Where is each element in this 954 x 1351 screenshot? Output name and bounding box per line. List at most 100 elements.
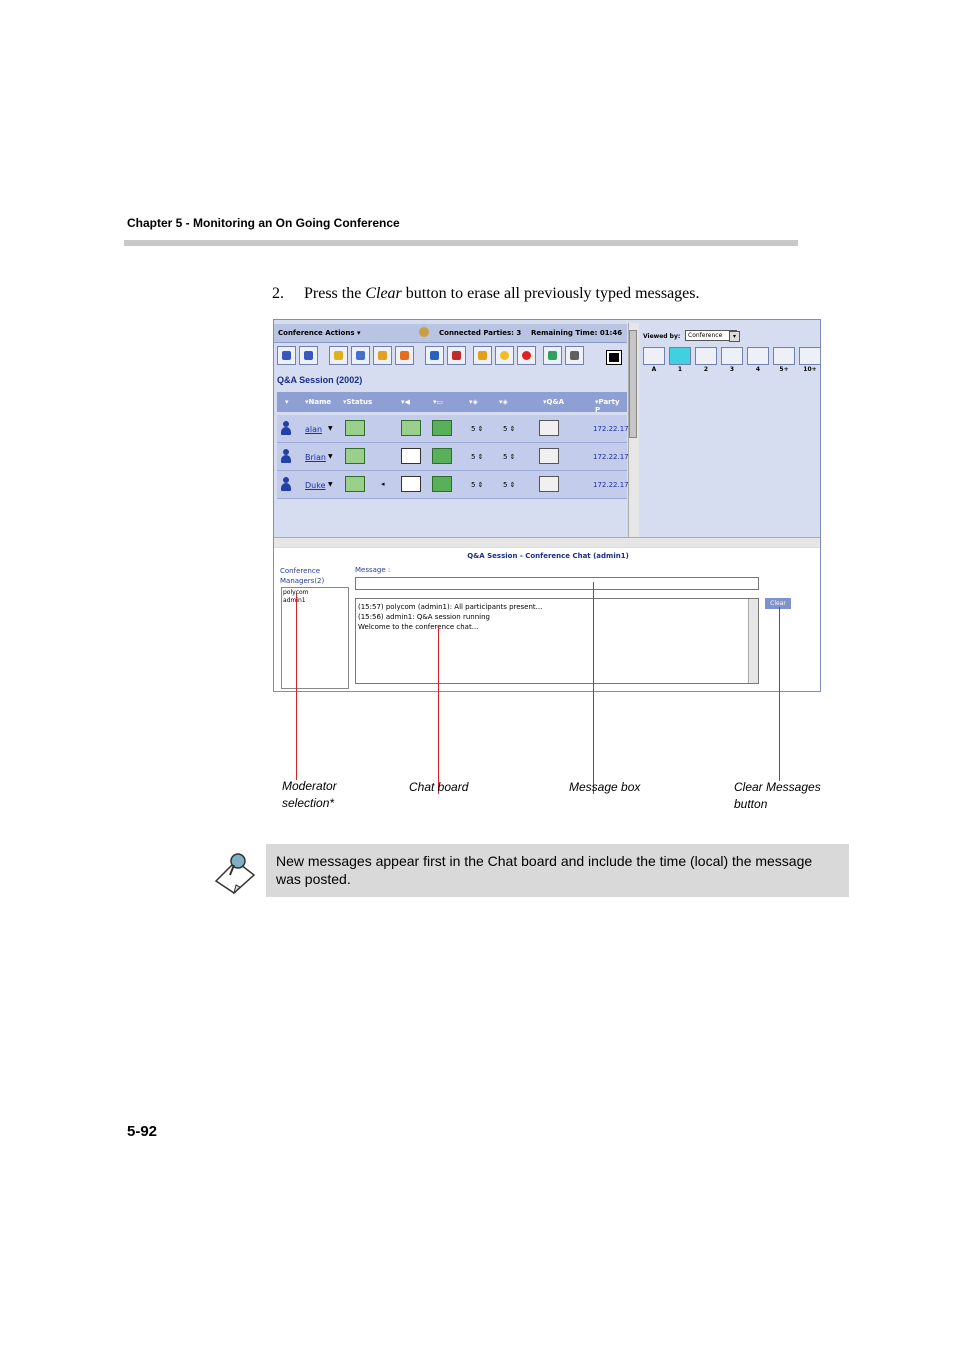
connected-status-icon[interactable] (345, 476, 365, 492)
message-input[interactable] (355, 577, 759, 590)
stop-icon[interactable] (606, 350, 622, 365)
column-status[interactable]: ▾Status (343, 398, 372, 406)
connected-parties: Connected Parties: 3 (439, 329, 522, 337)
video-icon[interactable] (432, 420, 452, 436)
volume-in-column-icon[interactable]: ▾◈ (469, 398, 478, 406)
video-icon[interactable] (432, 448, 452, 464)
volume-out-value[interactable]: 5 ⇕ (503, 481, 516, 489)
layout-label: 2 (703, 366, 709, 373)
participant-name[interactable]: alan (305, 425, 322, 434)
layout-3-button[interactable] (721, 347, 743, 365)
page-number: 5-92 (127, 1123, 158, 1140)
dropdown-arrow-icon[interactable]: ▼ (328, 453, 333, 460)
volume-out-column-icon[interactable]: ▾◈ (499, 398, 508, 406)
managers-label-line2: Managers(2) (280, 577, 325, 585)
layout-10-button[interactable] (799, 347, 820, 365)
qa-icon[interactable] (539, 448, 559, 464)
layout-2-button[interactable] (695, 347, 717, 365)
moderator-list[interactable]: polycom admin1 (281, 587, 349, 689)
callout-moderator-selection: Moderator selection* (282, 778, 337, 812)
callout-line-clear (779, 607, 780, 781)
layout-1-button[interactable] (669, 347, 691, 365)
table-row[interactable]: alan ▼ 5 ⇕ 5 ⇕ 172.22.17 (277, 415, 629, 443)
dropdown-arrow-icon[interactable]: ▼ (328, 481, 333, 488)
column-qa[interactable]: ▾Q&A (543, 398, 564, 406)
volume-in-value[interactable]: 5 ⇕ (471, 425, 484, 433)
qa-icon[interactable] (539, 476, 559, 492)
qa-icon[interactable] (539, 420, 559, 436)
participant-name[interactable]: Brian (305, 453, 326, 462)
layout-label: 1 (677, 366, 683, 373)
list-item[interactable]: admin1 (283, 597, 347, 605)
export-button[interactable] (543, 346, 562, 365)
sort-arrow-icon[interactable]: ▾ (285, 398, 289, 406)
callout-line-moderator (296, 593, 297, 780)
audio-column-icon[interactable]: ▾◀ (401, 398, 410, 406)
managers-label: Conference Managers(2) (280, 566, 324, 586)
table-row[interactable]: Duke ▼ ◂ 5 ⇕ 5 ⇕ 172.22.17 (277, 471, 629, 499)
print-button[interactable] (565, 346, 584, 365)
schedule-button[interactable] (473, 346, 492, 365)
layout-auto-button[interactable] (643, 347, 665, 365)
conference-screenshot: Conference Actions ▾ Connected Parties: … (273, 319, 821, 692)
moderator-button[interactable] (351, 346, 370, 365)
layout-5-button[interactable] (773, 347, 795, 365)
lock-button[interactable] (329, 346, 348, 365)
participants-button[interactable] (299, 346, 318, 365)
chat-title: Q&A Session - Conference Chat (admin1) (467, 552, 629, 560)
audio-muted-icon[interactable] (401, 448, 421, 464)
disconnect-button[interactable] (447, 346, 466, 365)
chat-message: (15:56) admin1: Q&A session running (358, 613, 490, 621)
chat-board[interactable]: (15:57) polycom (admin1): All participan… (355, 598, 759, 684)
video-icon[interactable] (432, 476, 452, 492)
header-rule (124, 240, 798, 246)
chat-message: Welcome to the conference chat... (358, 623, 479, 631)
volume-in-value[interactable]: 5 ⇕ (471, 481, 484, 489)
layout-label: 10+ (803, 366, 817, 373)
remaining-time: Remaining Time: 01:46 (531, 329, 623, 337)
party-ip: 172.22.17 (593, 453, 629, 461)
party-ip: 172.22.17 (593, 481, 629, 489)
conference-actions-menu[interactable]: Conference Actions ▾ (278, 329, 360, 337)
gift-button[interactable] (395, 346, 414, 365)
volume-out-value[interactable]: 5 ⇕ (503, 425, 516, 433)
scrollbar-thumb[interactable] (629, 330, 637, 438)
list-item[interactable]: polycom (283, 589, 347, 597)
video-column-icon[interactable]: ▾▭ (433, 398, 443, 406)
chat-board-scrollbar[interactable] (748, 599, 758, 683)
party-ip: 172.22.17 (593, 425, 629, 433)
participant-icon (281, 477, 291, 492)
participant-name[interactable]: Duke (305, 481, 326, 490)
column-party[interactable]: ▾Party P (595, 398, 627, 414)
clock-button[interactable] (495, 346, 514, 365)
note-pin-icon (214, 853, 256, 895)
layout-label: 5+ (779, 366, 789, 373)
horizontal-scrollbar[interactable] (274, 537, 820, 547)
alert-button[interactable] (517, 346, 536, 365)
connect-button[interactable] (425, 346, 444, 365)
participant-icon (281, 449, 291, 464)
participant-properties-button[interactable] (277, 346, 296, 365)
note-text: New messages appear first in the Chat bo… (276, 853, 813, 887)
chat-message: (15:57) polycom (admin1): All participan… (358, 603, 543, 611)
audio-muted-icon[interactable] (401, 476, 421, 492)
viewed-by-label: Viewed by: (643, 333, 681, 340)
clear-button[interactable]: Clear (765, 598, 791, 609)
volume-in-value[interactable]: 5 ⇕ (471, 453, 484, 461)
callout-line-message-box (593, 582, 594, 794)
audio-icon[interactable] (401, 420, 421, 436)
volume-out-value[interactable]: 5 ⇕ (503, 453, 516, 461)
layout-label: 3 (729, 366, 735, 373)
callout-line-chat-board (438, 626, 439, 794)
callout-chat-board: Chat board (409, 780, 469, 794)
column-qa-label: Q&A (546, 398, 564, 406)
add-party-button[interactable] (373, 346, 392, 365)
table-row[interactable]: Brian ▼ 5 ⇕ 5 ⇕ 172.22.17 (277, 443, 629, 471)
dropdown-arrow-icon[interactable]: ▼ (328, 425, 333, 432)
column-name[interactable]: ▾Name (305, 398, 331, 406)
connected-status-icon[interactable] (345, 448, 365, 464)
connected-status-icon[interactable] (345, 420, 365, 436)
step-number: 2. (272, 285, 284, 302)
chevron-down-icon[interactable]: ▾ (729, 331, 740, 342)
layout-4-button[interactable] (747, 347, 769, 365)
